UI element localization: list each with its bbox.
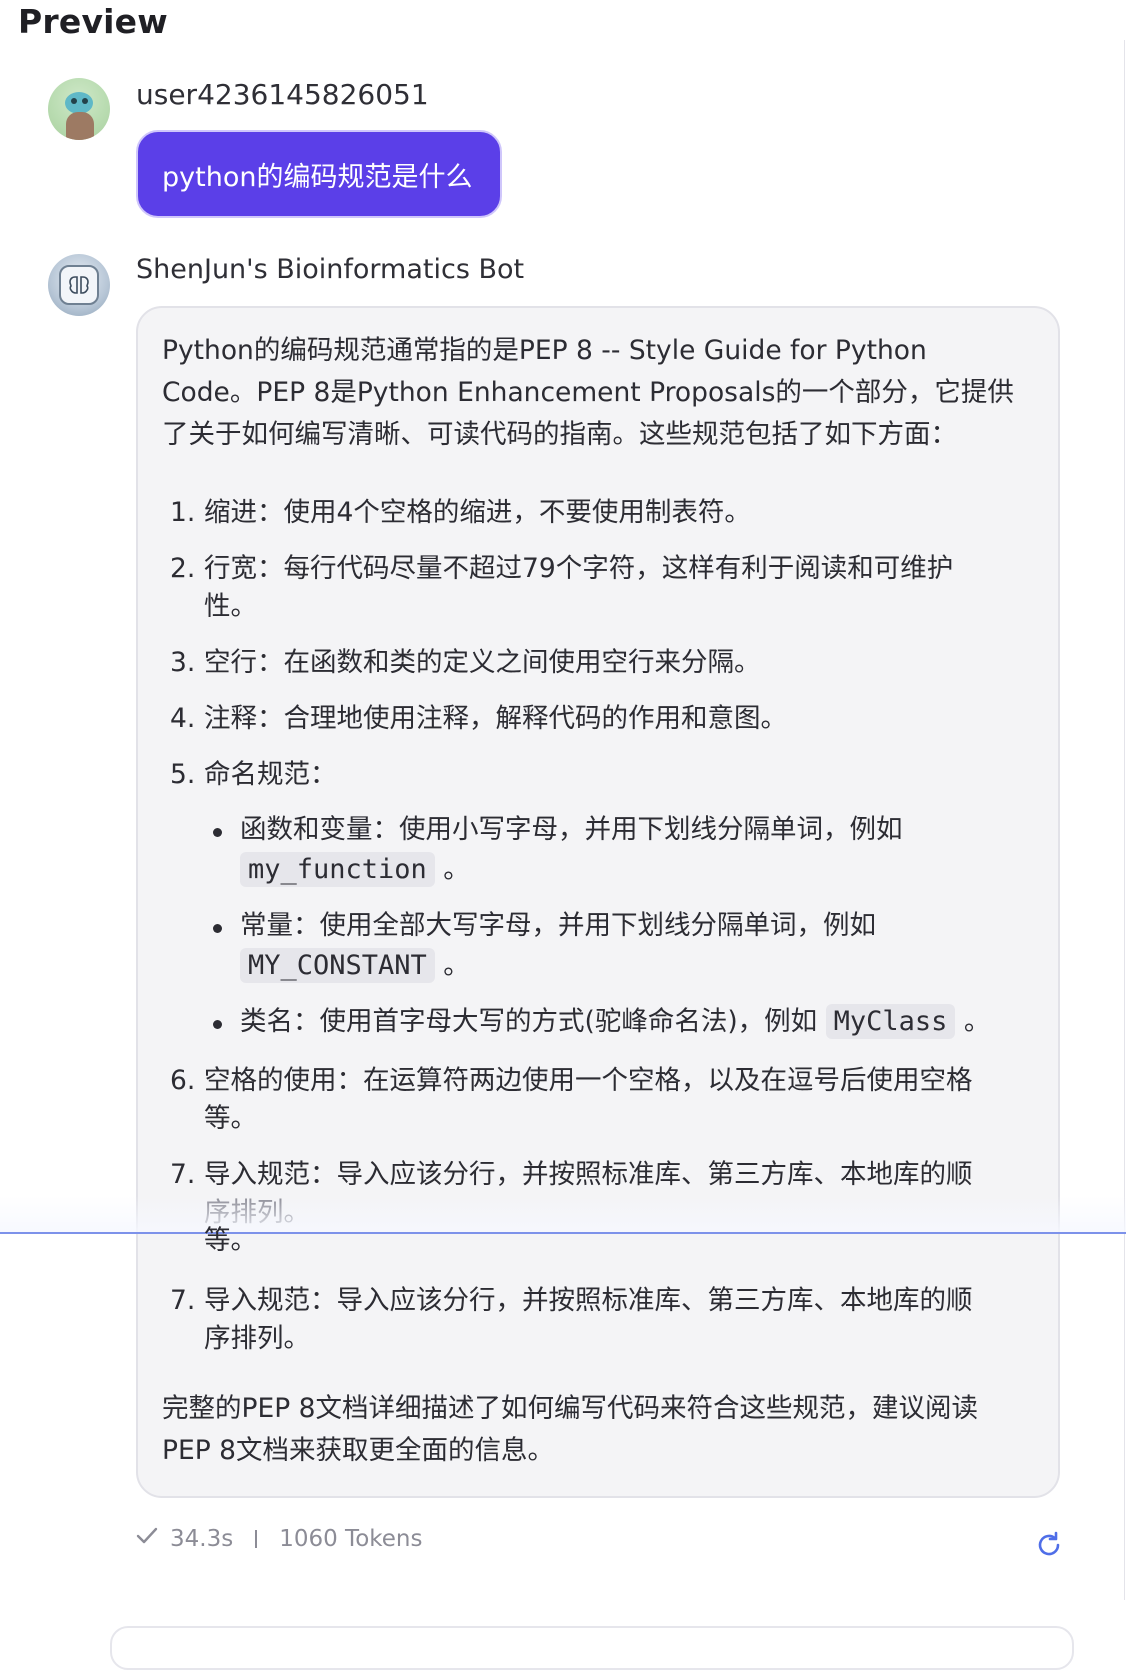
ordered-list: 7. 导入规范：导入应该分行，并按照标准库、第三方库、本地库的顺 序排列。: [162, 1282, 1042, 1362]
ghost-text: 等。: [204, 1225, 257, 1256]
divider: [255, 1530, 258, 1548]
list-item: 1. 缩进：使用4个空格的缩进，不要使用制表符。: [170, 497, 751, 528]
sub-list-item: 类名：使用首字母大写的方式(驼峰命名法)，例如 MyClass 。: [240, 1004, 991, 1039]
user-name: user4236145826051: [136, 78, 429, 111]
bullet: [213, 828, 222, 837]
intro-line: Python的编码规范通常指的是PEP 8 -- Style Guide for…: [162, 335, 927, 366]
bot-avatar: [48, 254, 110, 316]
list-item: 7. 导入规范：导入应该分行，并按照标准库、第三方库、本地库的顺 序排列。: [170, 1285, 973, 1354]
brain-icon: [59, 265, 99, 305]
intro-line: Code。PEP 8是Python Enhancement Proposals的…: [162, 377, 1014, 408]
refresh-icon[interactable]: [1034, 1530, 1064, 1560]
response-time: 34.3s: [170, 1526, 234, 1552]
ordered-list: 1. 缩进：使用4个空格的缩进，不要使用制表符。 2. 行宽：每行代码尽量不超过…: [162, 494, 1042, 808]
bot-outro: 完整的PEP 8文档详细描述了如何编写代码来符合这些规范，建议阅读 PEP 8文…: [162, 1393, 978, 1466]
bot-intro: Python的编码规范通常指的是PEP 8 -- Style Guide for…: [162, 330, 1042, 456]
user-message-bubble: python的编码规范是什么: [136, 130, 502, 218]
scrollbar[interactable]: [1124, 40, 1125, 1600]
user-avatar: [48, 78, 110, 140]
page-title: Preview: [18, 2, 168, 41]
message-meta: 34.3s 1060 Tokens: [136, 1526, 422, 1552]
sub-list-item: 函数和变量：使用小写字母，并用下划线分隔单词，例如 my_function 。: [240, 814, 903, 887]
chat-input[interactable]: [110, 1626, 1074, 1670]
inline-code: MY_CONSTANT: [240, 948, 435, 983]
check-icon: [136, 1526, 158, 1552]
list-item: 6. 空格的使用：在运算符两边使用一个空格，以及在逗号后使用空格 等。: [170, 1065, 973, 1134]
intro-line: 了关于如何编写清晰、可读代码的指南。这些规范包括了如下方面：: [162, 419, 957, 450]
bullet: [213, 924, 222, 933]
list-item: 5. 命名规范：: [170, 759, 337, 790]
list-item: 2. 行宽：每行代码尽量不超过79个字符，这样有利于阅读和可维护 性。: [170, 553, 954, 622]
inline-code: my_function: [240, 852, 435, 887]
sub-list-item: 常量：使用全部大写字母，并用下划线分隔单词，例如 MY_CONSTANT 。: [240, 910, 876, 983]
bullet: [213, 1020, 222, 1029]
list-item: 4. 注释：合理地使用注释，解释代码的作用和意图。: [170, 703, 787, 734]
inline-code: MyClass: [825, 1004, 956, 1039]
list-item: 3. 空行：在函数和类的定义之间使用空行来分隔。: [170, 647, 761, 678]
bot-name: ShenJun's Bioinformatics Bot: [136, 254, 525, 285]
user-message-text: python的编码规范是什么: [162, 161, 473, 193]
token-count: 1060 Tokens: [279, 1526, 423, 1552]
